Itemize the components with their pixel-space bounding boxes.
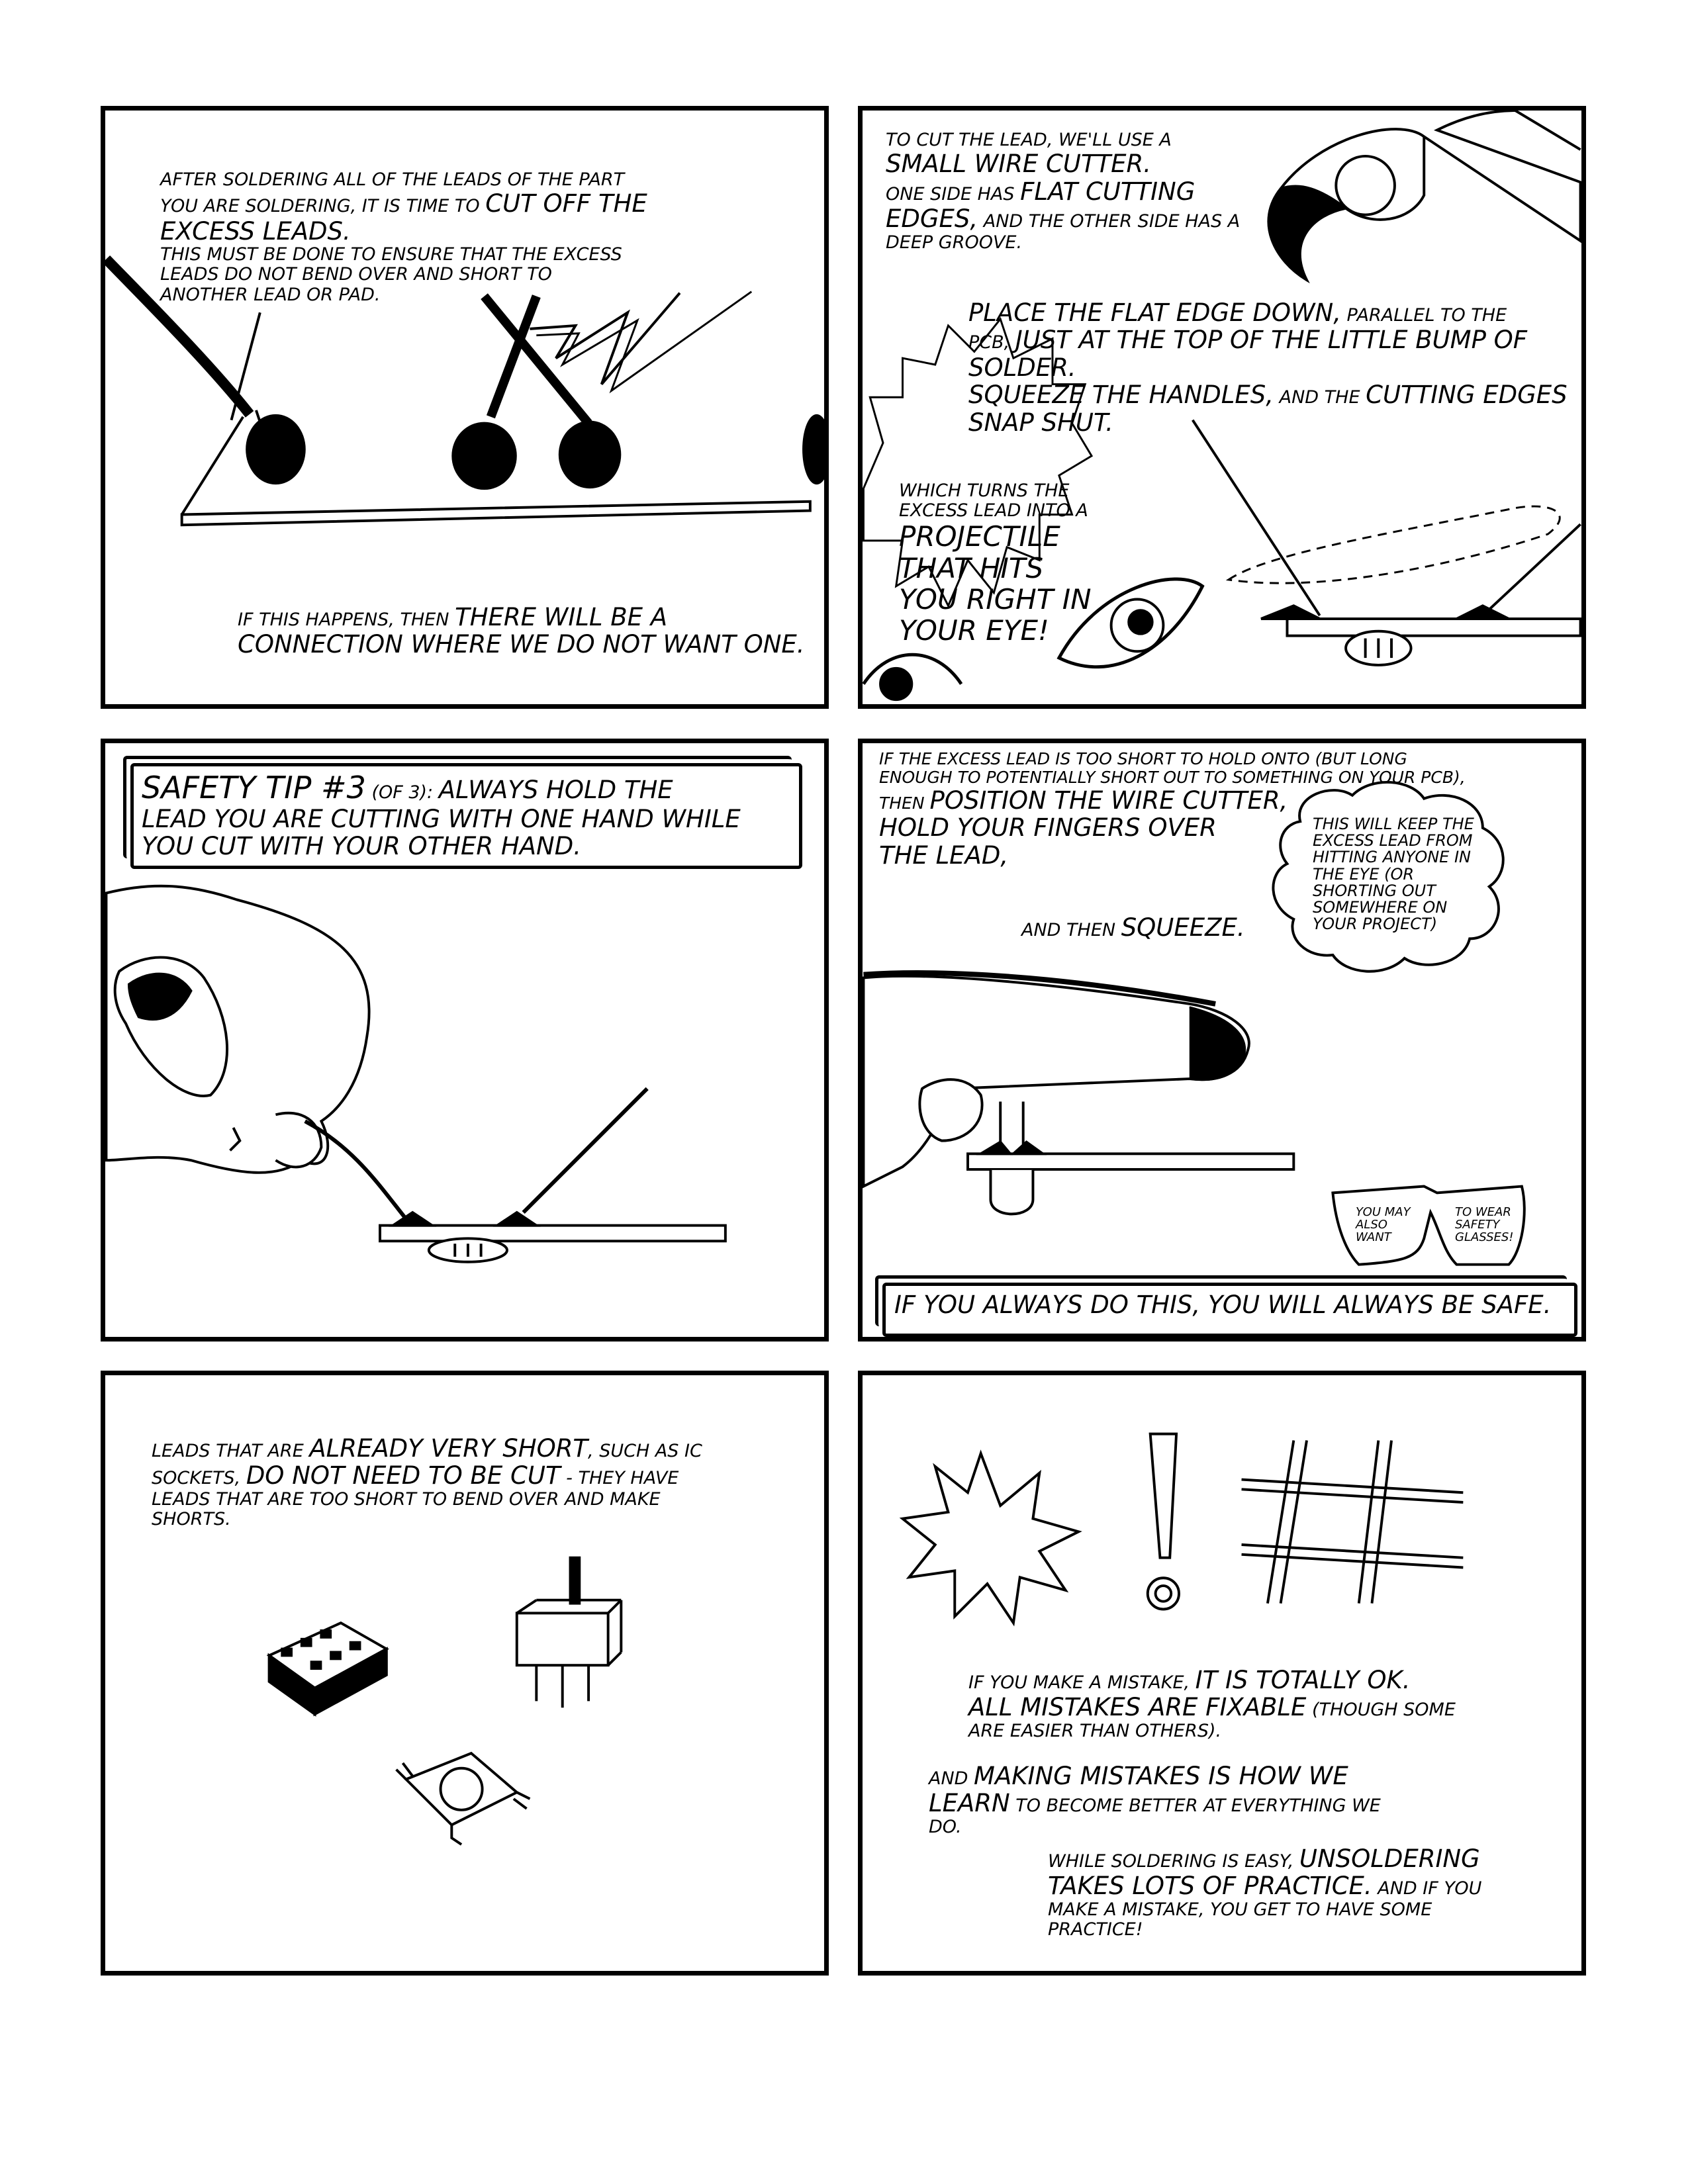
panel-6-caption-3: While soldering is easy, unsoldering tak… — [1048, 1845, 1577, 1940]
caption-line: your project) — [1313, 915, 1438, 934]
caption-line: If you make a mistake, it is totally OK. — [968, 1666, 1411, 1694]
wire-cutter-icon — [1267, 111, 1581, 284]
caption-line: edges, and the other side has a — [886, 205, 1241, 234]
slide-switch-icon — [515, 1556, 623, 1708]
caption-line: leads do not bend over and short to — [160, 264, 552, 285]
caption-line: safety — [1455, 1217, 1500, 1232]
glasses-right-lens-text: to wear safety glasses! — [1455, 1206, 1528, 1244]
caption-line: shorts. — [152, 1509, 231, 1530]
caption-line: shorting out — [1313, 881, 1436, 900]
caption-line: Safety Tip #3 (of 3): Always hold the — [142, 770, 673, 805]
glasses-left-lens-text: You may also want — [1356, 1206, 1429, 1244]
solder-joint — [451, 422, 517, 490]
caption-line: excess lead into a — [899, 500, 1088, 522]
caption-line: enough to potentially short out to somet… — [879, 768, 1466, 787]
caption-line: also — [1356, 1217, 1387, 1232]
caption-line: Place the flat edge down, parallel to th… — [968, 298, 1507, 327]
caption-line: connection where we do not want one. — [238, 630, 805, 659]
caption-line: make a mistake, you get to have some — [1048, 1899, 1432, 1920]
caption-line: another lead or pad. — [160, 284, 381, 305]
panel-4: If the excess lead is too short to hold … — [858, 739, 1586, 1342]
caption-line: projectile — [899, 520, 1060, 553]
caption-line: small wire cutter. — [886, 150, 1152, 179]
exclamation-icon — [1146, 1432, 1180, 1611]
caption-line: This must be done to ensure that the exc… — [160, 244, 622, 265]
caption-line: excess lead from — [1313, 831, 1473, 850]
panel-5-caption: Leads that are already very short, such … — [152, 1435, 814, 1529]
caption-line: leads that are too short to bend over an… — [152, 1488, 661, 1510]
caption-line: the eye (or — [1313, 864, 1415, 884]
caption-line: Squeeze the handles, and the cutting edg… — [968, 381, 1568, 410]
caption-line: While soldering is easy, unsoldering — [1048, 1844, 1480, 1873]
projectile-burst-text: Which turns the excess lead into a proje… — [899, 480, 1098, 647]
caption-line: hitting anyone in — [1313, 848, 1471, 867]
safe-caption-text: If you always do this, you will always b… — [894, 1291, 1552, 1319]
thought-cloud-text: This will keep the excess lead from hitt… — [1313, 815, 1498, 934]
caption-line: All mistakes are fixable (though some — [968, 1693, 1456, 1722]
caption-line: that hits — [899, 551, 1044, 584]
caption-line: glasses! — [1455, 1230, 1514, 1244]
panel-1-caption-bottom: If this happens, then there will be a co… — [238, 604, 820, 659]
caption-line: learn to become better at everything we — [929, 1789, 1381, 1818]
caption-line: solder. — [968, 353, 1076, 382]
caption-line: you cut with your other hand. — [142, 831, 581, 860]
safety-tip-text: Safety Tip #3 (of 3): Always hold the le… — [142, 770, 797, 860]
caption-line: One side has flat cutting — [886, 177, 1196, 206]
panel-6-caption-2: And making mistakes is how we learn to b… — [929, 1762, 1538, 1837]
caption-line: sockets, do not need to be cut - they ha… — [152, 1461, 679, 1490]
explosion-icon — [899, 1449, 1082, 1627]
hash-icon — [1241, 1440, 1464, 1604]
caption-line: PCB, just at the top of the little bump … — [968, 326, 1528, 355]
caption-line: you are soldering, it is time to cut off… — [160, 189, 647, 218]
solder-joint — [558, 420, 622, 489]
panel-2-caption-top: To cut the lead, we'll use a small wire … — [886, 130, 1283, 253]
panel-5: Leads that are already very short, such … — [101, 1371, 829, 1976]
panel-6-caption-1: If you make a mistake, it is totally OK.… — [968, 1666, 1564, 1741]
caption-line: want — [1356, 1230, 1391, 1244]
pcb-icon — [427, 1237, 508, 1263]
caption-line: This will keep the — [1313, 815, 1474, 833]
push-button-icon — [395, 1751, 531, 1846]
panel-6: If you make a mistake, it is totally OK.… — [858, 1371, 1586, 1976]
caption-line: Which turns the — [899, 480, 1070, 501]
caption-line: then position the wire cutter, — [879, 786, 1288, 815]
panel-2: To cut the lead, we'll use a small wire … — [858, 106, 1586, 709]
caption-line: deep groove. — [886, 232, 1023, 253]
caption-line: do. — [929, 1816, 962, 1837]
caption-line: And making mistakes is how we — [929, 1762, 1348, 1790]
caption-line: After soldering all of the leads of the … — [160, 169, 625, 190]
caption-line: To cut the lead, we'll use a — [886, 130, 1172, 150]
panel-2-caption-middle: Place the flat edge down, parallel to th… — [968, 299, 1577, 436]
caption-line: are easier than others). — [968, 1720, 1222, 1741]
solder-joint — [802, 414, 824, 485]
panel-3: Safety Tip #3 (of 3): Always hold the le… — [101, 739, 829, 1342]
panel-4-caption-squeeze: and then squeeze. — [1021, 913, 1245, 942]
caption-line: your eye! — [899, 614, 1049, 647]
panel-1-caption-top: After soldering all of the leads of the … — [160, 169, 796, 305]
caption-line: takes lots of practice. And if you — [1048, 1872, 1482, 1901]
caption-line: snap shut. — [968, 408, 1113, 437]
caption-line: If this happens, then there will be a — [238, 603, 668, 631]
solder-joint — [246, 414, 306, 485]
hand-icon — [105, 884, 371, 1174]
comic-page: { "panels": { "p1": { "a1": "After solde… — [0, 0, 1688, 2184]
caption-line: lead you are cutting with one hand while — [142, 804, 741, 833]
ic-socket-icon — [266, 1621, 389, 1717]
caption-line: somewhere on — [1313, 897, 1448, 917]
caption-line: If the excess lead is too short to hold … — [879, 749, 1407, 768]
caption-line: Leads that are already very short, such … — [152, 1434, 702, 1463]
caption-line: practice! — [1048, 1919, 1143, 1940]
panel-1: After soldering all of the leads of the … — [101, 106, 829, 709]
caption-line: you right in — [899, 582, 1092, 615]
caption-line: excess leads. — [160, 216, 351, 246]
